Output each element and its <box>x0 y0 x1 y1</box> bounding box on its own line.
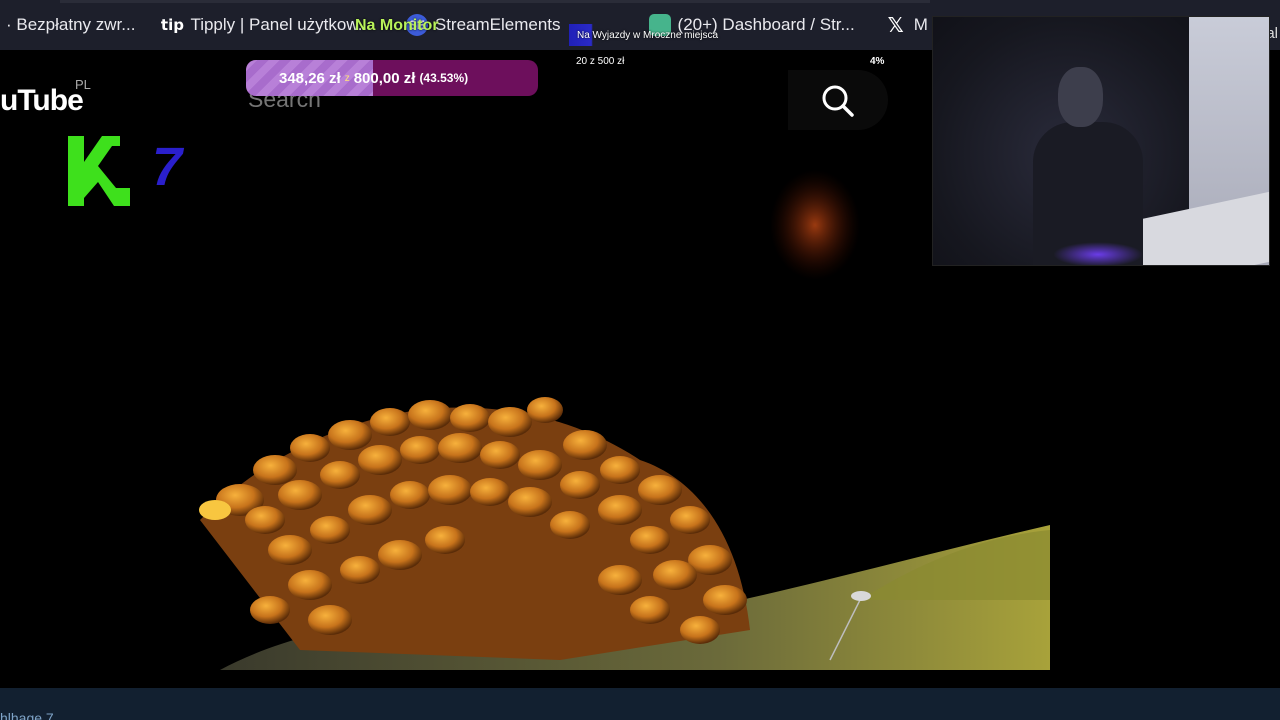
goal-text: 348,26 zł z 800,00 zł (43.53%) <box>246 70 468 87</box>
tipply-icon: tip <box>160 16 184 34</box>
goal-tag: Na Wyjazdy w Mroczne miejsca <box>569 24 719 46</box>
bookmark-label: · Bezpłatny zwr... <box>6 15 136 34</box>
secondary-goal-text: 20 z 500 zł <box>576 56 625 67</box>
bottom-bar <box>0 688 1280 720</box>
donation-goal-bar: 348,26 zł z 800,00 zł (43.53%) <box>246 60 538 96</box>
bookmark-bezplatny[interactable]: · Bezpłatny zwr... <box>0 10 141 40</box>
na-monitor-label: Na Monitor <box>355 17 439 34</box>
webcam-person-head <box>1058 67 1103 127</box>
bookmark-x[interactable]: 𝕏 M <box>879 10 934 40</box>
search-icon <box>822 85 854 117</box>
background-blur <box>770 170 860 280</box>
bookmark-label: StreamElements <box>434 15 561 34</box>
goal-total: 800,00 zł <box>353 69 416 87</box>
bottom-text: hlhage 7 <box>0 710 54 720</box>
x-icon: 𝕏 <box>887 13 904 37</box>
screen: · Bezpłatny zwr... tip Tipply | Panel uż… <box>0 0 1280 720</box>
goal-percent: (43.53%) <box>419 71 469 85</box>
video-frame <box>199 170 1050 670</box>
search-button[interactable] <box>788 70 888 130</box>
bookmark-tipply[interactable]: tip Tipply | Panel użytkow... <box>155 10 377 40</box>
goal-current: 348,26 zł <box>279 69 341 87</box>
goal-tag-text: Na Wyjazdy w Mroczne miejsca <box>577 29 719 41</box>
secondary-goal-percent: 4% <box>870 56 885 67</box>
mushroom-cluster <box>199 397 750 660</box>
bookmark-label: Tipply | Panel użytkow... <box>190 15 372 34</box>
youtube-logo[interactable]: uTube <box>0 84 84 118</box>
bookmark-label: M <box>913 15 928 34</box>
goal-separator: z <box>344 72 350 84</box>
youtube-region: PL <box>75 77 91 92</box>
